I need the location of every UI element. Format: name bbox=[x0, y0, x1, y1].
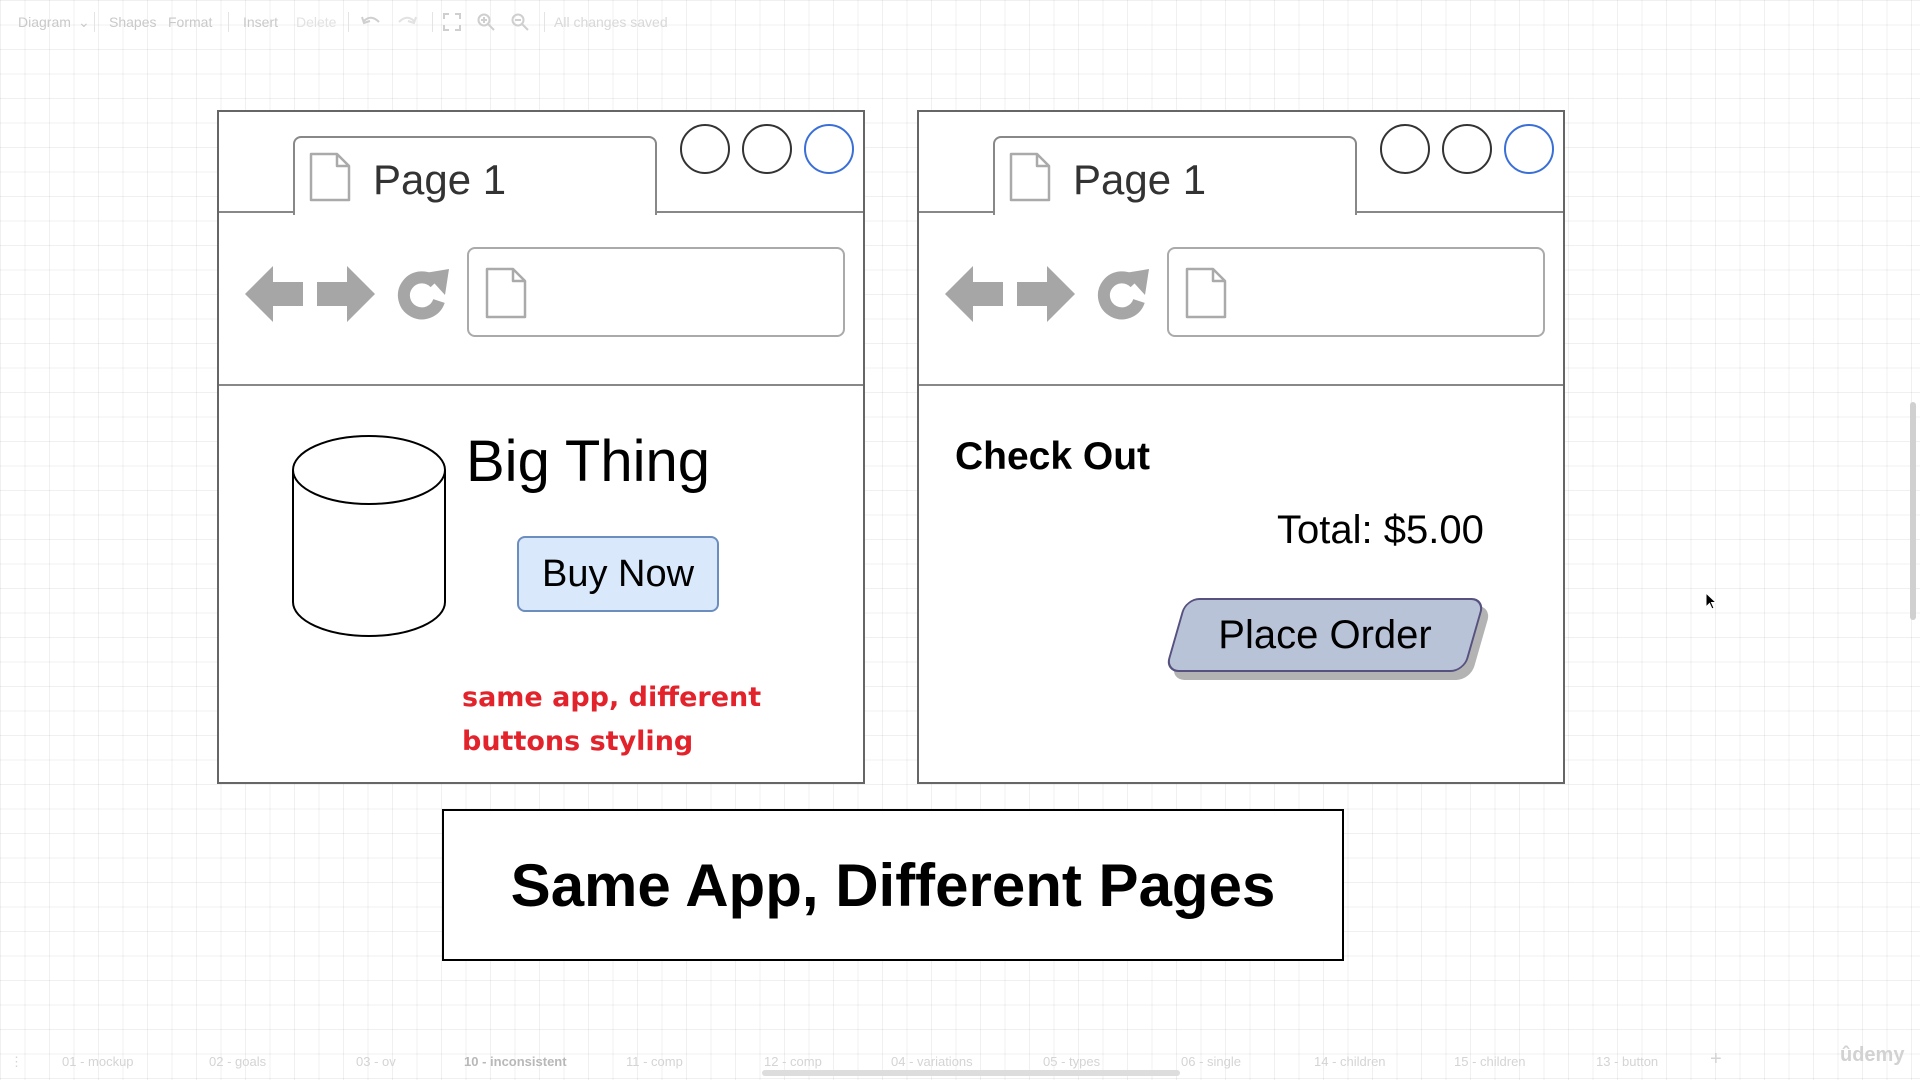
browser-mockup-checkout: Page 1 Check Out Total: $5.00 Place Orde… bbox=[917, 110, 1565, 784]
back-arrow-icon[interactable] bbox=[945, 265, 1003, 328]
toolbar-divider bbox=[544, 12, 545, 32]
vertical-scrollbar[interactable] bbox=[1910, 402, 1916, 620]
forward-arrow-icon[interactable] bbox=[1017, 265, 1075, 328]
document-icon bbox=[485, 267, 527, 324]
page-tab[interactable]: 06 - single bbox=[1181, 1054, 1241, 1069]
forward-arrow-icon[interactable] bbox=[317, 265, 375, 328]
page-tab[interactable]: 01 - mockup bbox=[62, 1054, 134, 1069]
window-control-circle[interactable] bbox=[680, 124, 730, 174]
document-icon bbox=[309, 152, 351, 207]
address-bar[interactable] bbox=[1167, 247, 1545, 337]
back-arrow-icon[interactable] bbox=[245, 265, 303, 328]
insert-button[interactable]: Insert bbox=[243, 14, 278, 30]
reload-icon[interactable] bbox=[395, 263, 451, 328]
order-total: Total: $5.00 bbox=[1277, 508, 1484, 552]
address-bar[interactable] bbox=[467, 247, 845, 337]
diagram-menu[interactable]: Diagram bbox=[18, 14, 71, 30]
page-tab-active[interactable]: 10 - inconsistent bbox=[464, 1054, 567, 1069]
shapes-button[interactable]: Shapes bbox=[109, 14, 156, 30]
place-order-button[interactable]: Place Order bbox=[1164, 598, 1486, 672]
page-tab[interactable]: 15 - children bbox=[1454, 1054, 1526, 1069]
annotation-line: buttons styling bbox=[462, 726, 694, 757]
window-control-circle[interactable] bbox=[804, 124, 854, 174]
browser-tab[interactable]: Page 1 bbox=[993, 136, 1357, 215]
place-order-label: Place Order bbox=[1218, 613, 1432, 657]
zoom-in-icon[interactable] bbox=[477, 13, 495, 31]
page-tab[interactable]: 13 - button bbox=[1596, 1054, 1658, 1069]
toolbar-divider bbox=[228, 12, 229, 32]
nav-bar-divider bbox=[219, 384, 863, 386]
page-tab[interactable]: 11 - comp bbox=[626, 1054, 683, 1069]
toolbar: Diagram ⌄ Shapes Format Insert Delete Al… bbox=[0, 0, 1920, 44]
undo-icon[interactable] bbox=[360, 13, 382, 31]
udemy-watermark: ûdemy bbox=[1840, 1044, 1905, 1066]
fullscreen-icon[interactable] bbox=[443, 13, 461, 31]
cylinder-icon bbox=[291, 434, 447, 645]
more-pages-icon[interactable]: ⋮ bbox=[10, 1054, 23, 1070]
caption-text: Same App, Different Pages bbox=[510, 851, 1276, 919]
page-tab[interactable]: 05 - types bbox=[1043, 1054, 1100, 1069]
save-status: All changes saved bbox=[554, 14, 668, 30]
document-icon bbox=[1185, 267, 1227, 324]
zoom-out-icon[interactable] bbox=[511, 13, 529, 31]
delete-button[interactable]: Delete bbox=[296, 14, 336, 30]
nav-bar-divider bbox=[919, 384, 1563, 386]
caption-box: Same App, Different Pages bbox=[442, 809, 1344, 961]
window-control-circle[interactable] bbox=[1442, 124, 1492, 174]
window-control-circle[interactable] bbox=[1504, 124, 1554, 174]
reload-icon[interactable] bbox=[1095, 263, 1151, 328]
product-title: Big Thing bbox=[466, 429, 710, 494]
buy-now-button[interactable]: Buy Now bbox=[517, 536, 719, 612]
toolbar-divider bbox=[348, 12, 349, 32]
page-tab[interactable]: 02 - goals bbox=[209, 1054, 266, 1069]
tab-label: Page 1 bbox=[1073, 156, 1207, 203]
checkout-title: Check Out bbox=[955, 435, 1151, 478]
mouse-cursor-icon bbox=[1705, 591, 1718, 615]
add-page-button[interactable]: + bbox=[1710, 1048, 1722, 1071]
toolbar-divider bbox=[432, 12, 433, 32]
annotation-note: same app, different buttons styling bbox=[462, 676, 782, 764]
browser-tab[interactable]: Page 1 bbox=[293, 136, 657, 215]
chevron-down-icon: ⌄ bbox=[78, 14, 90, 30]
page-tab[interactable]: 03 - ov bbox=[356, 1054, 396, 1069]
page-tab[interactable]: 04 - variations bbox=[891, 1054, 973, 1069]
tab-label: Page 1 bbox=[373, 156, 507, 203]
window-control-circle[interactable] bbox=[742, 124, 792, 174]
page-tab[interactable]: 14 - children bbox=[1314, 1054, 1386, 1069]
annotation-line: same app, different bbox=[462, 682, 762, 713]
horizontal-scrollbar[interactable] bbox=[762, 1070, 1180, 1076]
toolbar-divider bbox=[94, 12, 95, 32]
document-icon bbox=[1009, 152, 1051, 207]
format-button[interactable]: Format bbox=[168, 14, 212, 30]
redo-icon[interactable] bbox=[396, 13, 418, 31]
browser-mockup-product: Page 1 Big Thing Buy Now same app, diffe… bbox=[217, 110, 865, 784]
window-control-circle[interactable] bbox=[1380, 124, 1430, 174]
page-tab[interactable]: 12 - comp bbox=[764, 1054, 822, 1069]
